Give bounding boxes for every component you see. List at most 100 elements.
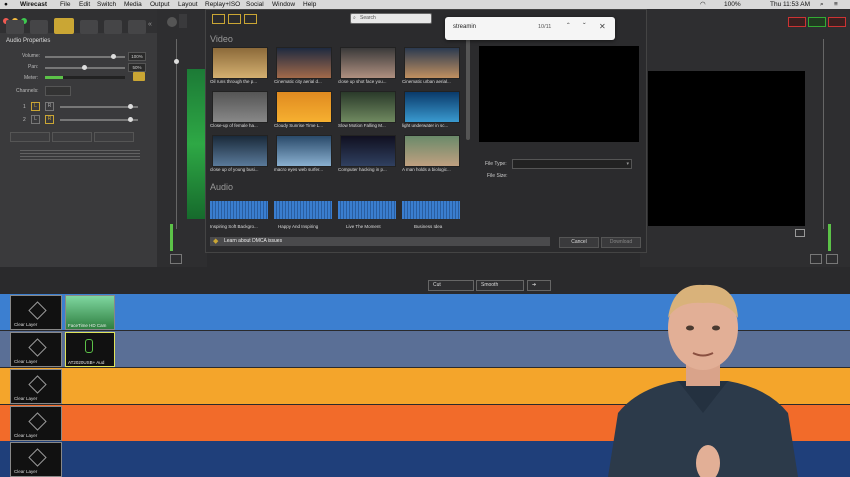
output-speaker-icon[interactable] — [810, 254, 822, 264]
audio-option-button-2[interactable] — [52, 132, 92, 142]
channel-2-slider[interactable] — [60, 117, 138, 122]
clock[interactable]: Thu 11:53 AM — [770, 0, 810, 9]
layer-1-clear[interactable]: Clear Layer — [10, 295, 62, 330]
audio-waveform-3[interactable] — [338, 201, 396, 219]
video-caption-11[interactable]: Computer hacking in p... — [338, 167, 398, 172]
video-thumb-7[interactable] — [340, 91, 396, 123]
video-caption-1[interactable]: Oil runs through the p... — [210, 79, 270, 84]
video-caption-9[interactable]: close up of young busi... — [210, 167, 270, 172]
menu-switch[interactable]: Switch — [97, 0, 116, 9]
volume-value-field[interactable]: 100% — [128, 52, 146, 61]
video-thumb-4[interactable] — [404, 47, 460, 79]
video-thumb-10[interactable] — [276, 135, 332, 167]
volume-slider[interactable] — [45, 54, 125, 59]
stream-button[interactable] — [808, 17, 826, 27]
menu-window[interactable]: Window — [272, 0, 295, 9]
video-thumb-5[interactable] — [212, 91, 268, 123]
view-music-icon[interactable] — [244, 14, 257, 24]
audio-waveform-4[interactable] — [402, 201, 460, 219]
iso-button[interactable] — [828, 17, 846, 27]
find-close-icon[interactable]: ✕ — [599, 22, 606, 31]
apple-icon[interactable]: ● — [4, 0, 8, 9]
preview-toolbar-button[interactable] — [179, 14, 187, 28]
menu-edit[interactable]: Edit — [79, 0, 90, 9]
video-caption-6[interactable]: Cloudy Sunrise Time L... — [274, 123, 334, 128]
audio-caption-2[interactable]: Happy And Inspiring — [278, 224, 338, 229]
audio-option-button-1[interactable] — [10, 132, 50, 142]
video-caption-8[interactable]: light underwater in sc... — [402, 123, 462, 128]
video-caption-4[interactable]: Cinematic urban aerial... — [402, 79, 462, 84]
audio-waveform-1[interactable] — [210, 201, 268, 219]
find-previous-icon[interactable]: ˆ — [567, 22, 570, 31]
menu-app-name[interactable]: Wirecast — [20, 0, 47, 9]
menu-media[interactable]: Media — [124, 0, 142, 9]
video-thumb-8[interactable] — [404, 91, 460, 123]
menu-output[interactable]: Output — [150, 0, 170, 9]
menu-layout[interactable]: Layout — [178, 0, 198, 9]
download-button[interactable]: Download — [601, 237, 641, 248]
cut-dropdown[interactable]: Cut — [428, 280, 474, 291]
left-channel-button-2[interactable]: L — [31, 115, 40, 124]
layer-4-clear[interactable]: Clear Layer — [10, 406, 62, 441]
tab-transform-icon[interactable] — [104, 20, 122, 34]
find-input[interactable]: streamin — [453, 24, 476, 30]
find-next-icon[interactable]: ˇ — [583, 22, 586, 31]
left-channel-button-1[interactable]: L — [31, 102, 40, 111]
output-layout-icon[interactable] — [826, 254, 838, 264]
video-thumb-3[interactable] — [340, 47, 396, 79]
video-caption-2[interactable]: Cinematic city aerial d... — [274, 79, 334, 84]
go-arrow-button[interactable]: ➔ — [527, 280, 551, 291]
pan-value-field[interactable]: 50% — [128, 63, 146, 72]
menu-replay-iso[interactable]: Replay+ISO — [205, 0, 240, 9]
channels-dropdown[interactable] — [45, 86, 71, 96]
audio-caption-4[interactable]: Business Idea — [414, 224, 474, 229]
menu-social[interactable]: Social — [246, 0, 264, 9]
cancel-button[interactable]: Cancel — [559, 237, 599, 248]
video-caption-10[interactable]: macro eyes web surfer... — [274, 167, 334, 172]
speaker-icon[interactable] — [133, 72, 145, 81]
channel-1-slider[interactable] — [60, 104, 138, 109]
tab-effects-icon[interactable] — [80, 20, 98, 34]
pan-slider[interactable] — [45, 65, 125, 70]
audio-caption-3[interactable]: Live The Moment — [346, 224, 406, 229]
layout-toggle-icon[interactable] — [170, 254, 182, 264]
results-scrollbar[interactable] — [466, 30, 470, 140]
file-type-dropdown[interactable]: ▾ — [512, 159, 632, 169]
dmca-link[interactable]: Learn about DMCA issues — [224, 237, 282, 246]
wifi-icon[interactable]: ◠ — [700, 0, 706, 9]
audio-level-knob[interactable] — [174, 59, 179, 64]
search-icon[interactable]: ⌕ — [820, 0, 824, 9]
audio-option-button-3[interactable] — [94, 132, 134, 142]
right-channel-button-2[interactable]: R — [45, 115, 54, 124]
view-grid-icon[interactable] — [212, 14, 225, 24]
video-thumb-9[interactable] — [212, 135, 268, 167]
layer-2-clear[interactable]: Clear Layer — [10, 332, 62, 367]
shot-facetime-camera[interactable]: FaceTime HD Cam — [65, 295, 115, 330]
menu-help[interactable]: Help — [303, 0, 316, 9]
search-input[interactable]: ⌕ Search — [350, 13, 432, 24]
audio-caption-1[interactable]: Inspiring Soft Backgro... — [210, 224, 270, 229]
video-caption-5[interactable]: Close-up of female ha... — [210, 123, 270, 128]
video-thumb-11[interactable] — [340, 135, 396, 167]
video-thumb-6[interactable] — [276, 91, 332, 123]
layer-3-clear[interactable]: Clear Layer — [10, 369, 62, 404]
smooth-dropdown[interactable]: Smooth — [476, 280, 524, 291]
audio-waveform-2[interactable] — [274, 201, 332, 219]
video-thumb-1[interactable] — [212, 47, 268, 79]
tab-layers-icon[interactable] — [30, 20, 48, 34]
tab-source-icon[interactable] — [6, 20, 24, 34]
monitor-icon[interactable] — [795, 229, 805, 237]
shot-audio-input[interactable]: AT2020USB+ Aud — [65, 332, 115, 367]
menu-file[interactable]: File — [60, 0, 70, 9]
video-thumb-2[interactable] — [276, 47, 332, 79]
video-caption-12[interactable]: A man holds a biologic... — [402, 167, 462, 172]
record-button[interactable] — [788, 17, 806, 27]
view-image-icon[interactable] — [228, 14, 241, 24]
tab-audio-icon[interactable] — [54, 18, 74, 34]
layer-5-clear[interactable]: Clear Layer — [10, 442, 62, 477]
collapse-chevron-icon[interactable]: « — [148, 21, 152, 28]
right-channel-button-1[interactable]: R — [45, 102, 54, 111]
video-caption-3[interactable]: close up shot face you... — [338, 79, 398, 84]
tab-smart-icon[interactable] — [128, 20, 146, 34]
menu-list-icon[interactable]: ≡ — [834, 0, 838, 9]
